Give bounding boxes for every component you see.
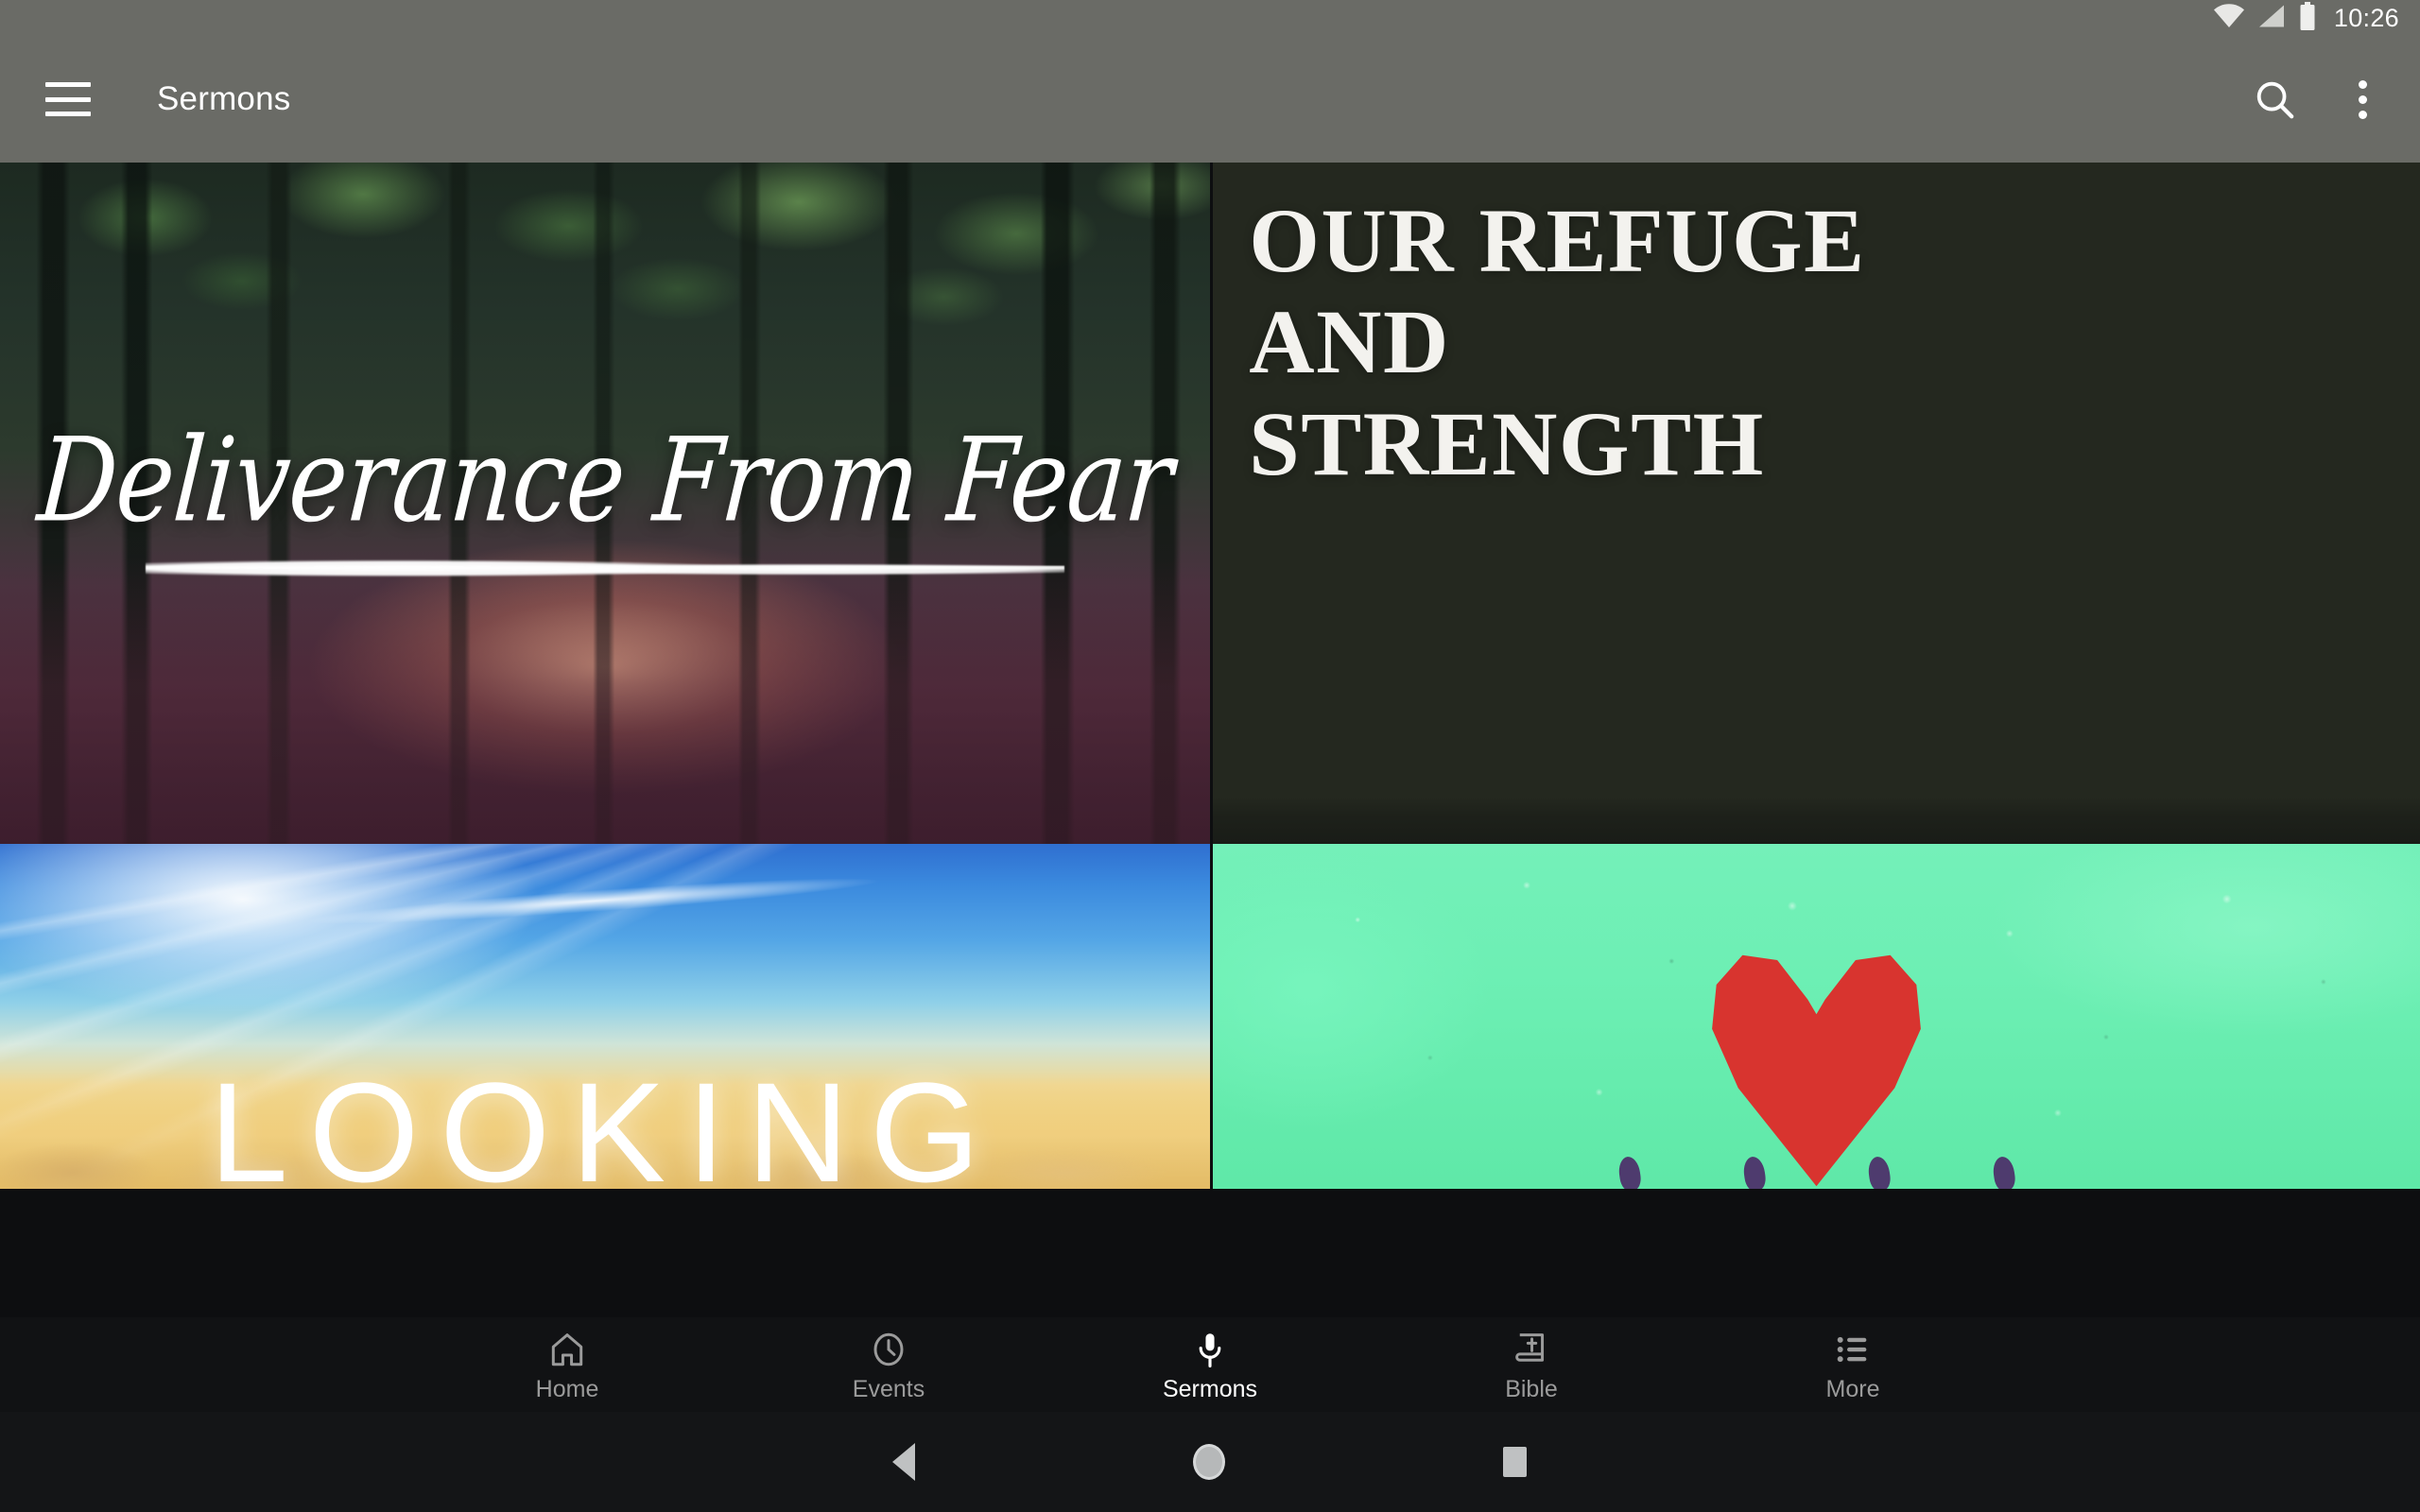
status-icons bbox=[2213, 1, 2317, 35]
home-circle-icon[interactable] bbox=[1193, 1444, 1225, 1480]
heart-shape bbox=[1712, 954, 1921, 1187]
microphone-icon bbox=[1190, 1329, 1230, 1370]
nav-label: Home bbox=[535, 1375, 599, 1402]
status-bar-clock: 10:26 bbox=[2333, 3, 2399, 32]
artwork-text: LOOKING bbox=[209, 1052, 1001, 1189]
sermon-card[interactable]: LOOKING bbox=[0, 844, 1210, 1317]
forest-mist bbox=[0, 558, 1210, 844]
artwork-line-1: OUR REFUGE bbox=[1249, 189, 1866, 291]
page-title: Sermons bbox=[157, 80, 291, 117]
purple-handwriting bbox=[1213, 1155, 2420, 1189]
sermon-artwork[interactable]: Deliverance From Fear bbox=[0, 163, 1210, 844]
artwork-script-text: Deliverance From Fear bbox=[33, 411, 1177, 548]
nav-label: Bible bbox=[1505, 1375, 1558, 1402]
cave-floor bbox=[1213, 796, 2420, 844]
mint-artwork-background bbox=[1213, 844, 2420, 1189]
artwork-title-overlay: Deliverance From Fear bbox=[0, 411, 1210, 577]
book-cross-icon bbox=[1512, 1329, 1551, 1370]
nav-item-home[interactable]: Home bbox=[406, 1329, 728, 1401]
toolbar-actions bbox=[2253, 75, 2420, 125]
nav-item-more[interactable]: More bbox=[1692, 1329, 2014, 1401]
bottom-navigation-bar: Home Events Sermons Bible More bbox=[0, 1317, 2420, 1412]
bulleted-list-icon bbox=[1833, 1329, 1873, 1370]
back-triangle-icon[interactable] bbox=[892, 1443, 915, 1481]
nav-item-sermons[interactable]: Sermons bbox=[1049, 1329, 1371, 1401]
sermon-artwork[interactable]: LOOKING bbox=[0, 844, 1210, 1189]
red-heart-icon bbox=[1708, 940, 1926, 1187]
search-icon[interactable] bbox=[2253, 77, 2296, 121]
sermon-artwork[interactable] bbox=[1210, 844, 2420, 1189]
nav-item-events[interactable]: Events bbox=[728, 1329, 1049, 1401]
recents-square-icon[interactable] bbox=[1503, 1447, 1527, 1477]
more-vertical-icon[interactable] bbox=[2353, 75, 2373, 125]
wifi-icon bbox=[2213, 3, 2245, 33]
artwork-line-2: AND bbox=[1249, 291, 1450, 393]
app-toolbar: Sermons bbox=[0, 36, 2420, 163]
artwork-title-overlay: LOOKING bbox=[0, 1061, 1210, 1189]
sermon-card[interactable] bbox=[1210, 844, 2420, 1317]
artwork-title-overlay: OUR REFUGE AND STRENGTH bbox=[1249, 190, 1865, 495]
cellular-signal-icon bbox=[2257, 4, 2286, 33]
sermon-grid: Deliverance From Fear Deliverance From F… bbox=[0, 163, 2420, 1317]
status-bar: 10:26 bbox=[0, 0, 2420, 36]
sermon-card[interactable]: OUR REFUGE AND STRENGTH Our God and Refu… bbox=[1210, 163, 2420, 844]
nav-label: Sermons bbox=[1162, 1375, 1258, 1402]
house-icon bbox=[547, 1329, 587, 1370]
nav-item-bible[interactable]: Bible bbox=[1371, 1329, 1692, 1401]
app-root: 10:26 Sermons Deliverance From Fear OUR … bbox=[0, 0, 2420, 1512]
android-system-nav bbox=[0, 1412, 2420, 1512]
hamburger-menu-icon[interactable] bbox=[45, 82, 91, 116]
battery-icon bbox=[2298, 1, 2317, 35]
sermon-card[interactable]: Deliverance From Fear Deliverance From F… bbox=[0, 163, 1210, 844]
sermon-artwork[interactable]: OUR REFUGE AND STRENGTH bbox=[1210, 163, 2420, 844]
nav-label: Events bbox=[852, 1375, 925, 1402]
brush-underline bbox=[145, 558, 1065, 577]
artwork-line-3: STRENGTH bbox=[1249, 392, 1765, 494]
nav-label: More bbox=[1825, 1375, 1880, 1402]
clock-icon bbox=[869, 1329, 908, 1370]
